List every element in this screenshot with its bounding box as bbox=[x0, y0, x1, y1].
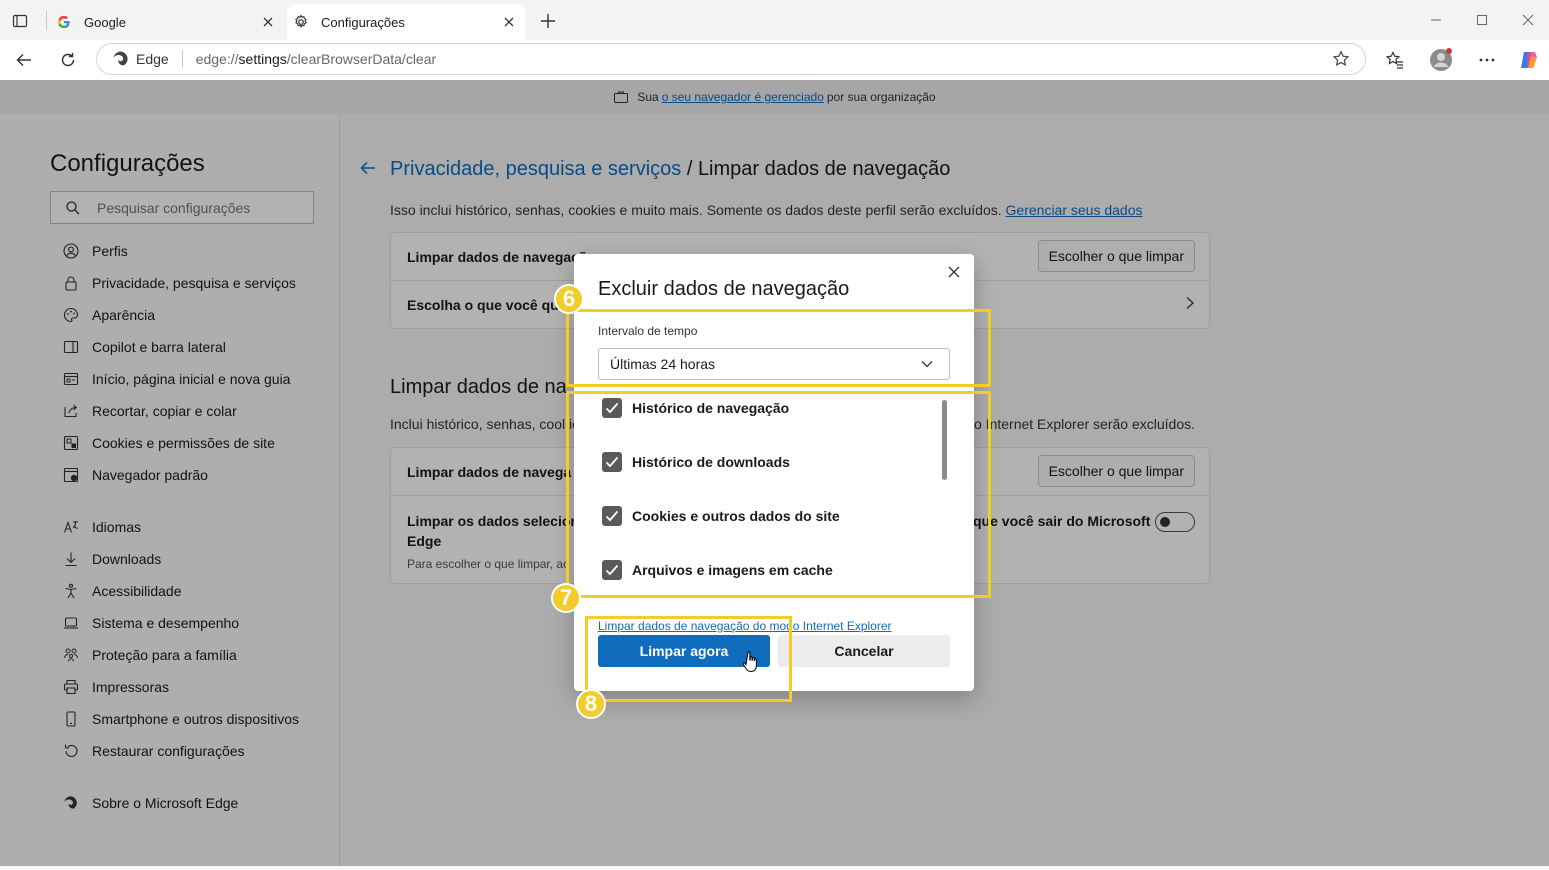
tab-google[interactable]: Google bbox=[50, 4, 284, 40]
tab-title: Configurações bbox=[321, 14, 405, 30]
back-icon[interactable] bbox=[10, 46, 38, 74]
google-icon bbox=[56, 14, 72, 30]
add-favorite-icon[interactable] bbox=[1331, 49, 1351, 69]
highlight-data-types bbox=[566, 391, 991, 598]
toolbar: Edge edge://settings/clearBrowserData/cl… bbox=[0, 40, 1549, 80]
highlight-clear-now bbox=[585, 616, 792, 702]
maximize-icon[interactable] bbox=[1470, 8, 1494, 32]
step-badge-7: 7 bbox=[551, 583, 581, 613]
cancel-button[interactable]: Cancelar bbox=[778, 635, 950, 667]
close-tab-icon[interactable] bbox=[501, 14, 517, 30]
dialog-title: Excluir dados de navegação bbox=[598, 278, 850, 300]
url-path: /clearBrowserData/clear bbox=[286, 51, 437, 67]
url-prefix: edge:// bbox=[195, 51, 239, 67]
url-host: settings bbox=[238, 51, 287, 67]
address-divider bbox=[181, 50, 183, 68]
tab-actions-icon[interactable] bbox=[8, 10, 32, 32]
new-tab-icon[interactable] bbox=[537, 10, 559, 32]
step-badge-8: 8 bbox=[576, 689, 606, 719]
minimize-icon[interactable] bbox=[1424, 8, 1448, 32]
tab-strip: Google Configurações bbox=[0, 0, 1549, 40]
edge-brand-label: Edge bbox=[136, 51, 169, 67]
highlight-time-range bbox=[566, 309, 991, 387]
tab-title: Google bbox=[84, 14, 126, 30]
tab-separator bbox=[46, 11, 47, 31]
copilot-icon[interactable] bbox=[1515, 46, 1543, 74]
refresh-icon[interactable] bbox=[54, 46, 82, 74]
close-dialog-icon[interactable] bbox=[944, 262, 964, 282]
address-bar[interactable]: Edge edge://settings/clearBrowserData/cl… bbox=[96, 43, 1366, 75]
close-tab-icon[interactable] bbox=[260, 14, 276, 30]
step-badge-6: 6 bbox=[554, 284, 584, 314]
favorites-icon[interactable] bbox=[1381, 46, 1409, 74]
tab-configuracoes[interactable]: Configurações bbox=[287, 4, 525, 40]
gear-icon bbox=[293, 14, 309, 30]
url-text[interactable]: edge://settings/clearBrowserData/clear bbox=[196, 51, 1331, 67]
edge-icon bbox=[112, 50, 130, 68]
more-options-icon[interactable] bbox=[1473, 46, 1501, 74]
close-window-icon[interactable] bbox=[1516, 8, 1540, 32]
profile-avatar[interactable] bbox=[1427, 46, 1455, 74]
